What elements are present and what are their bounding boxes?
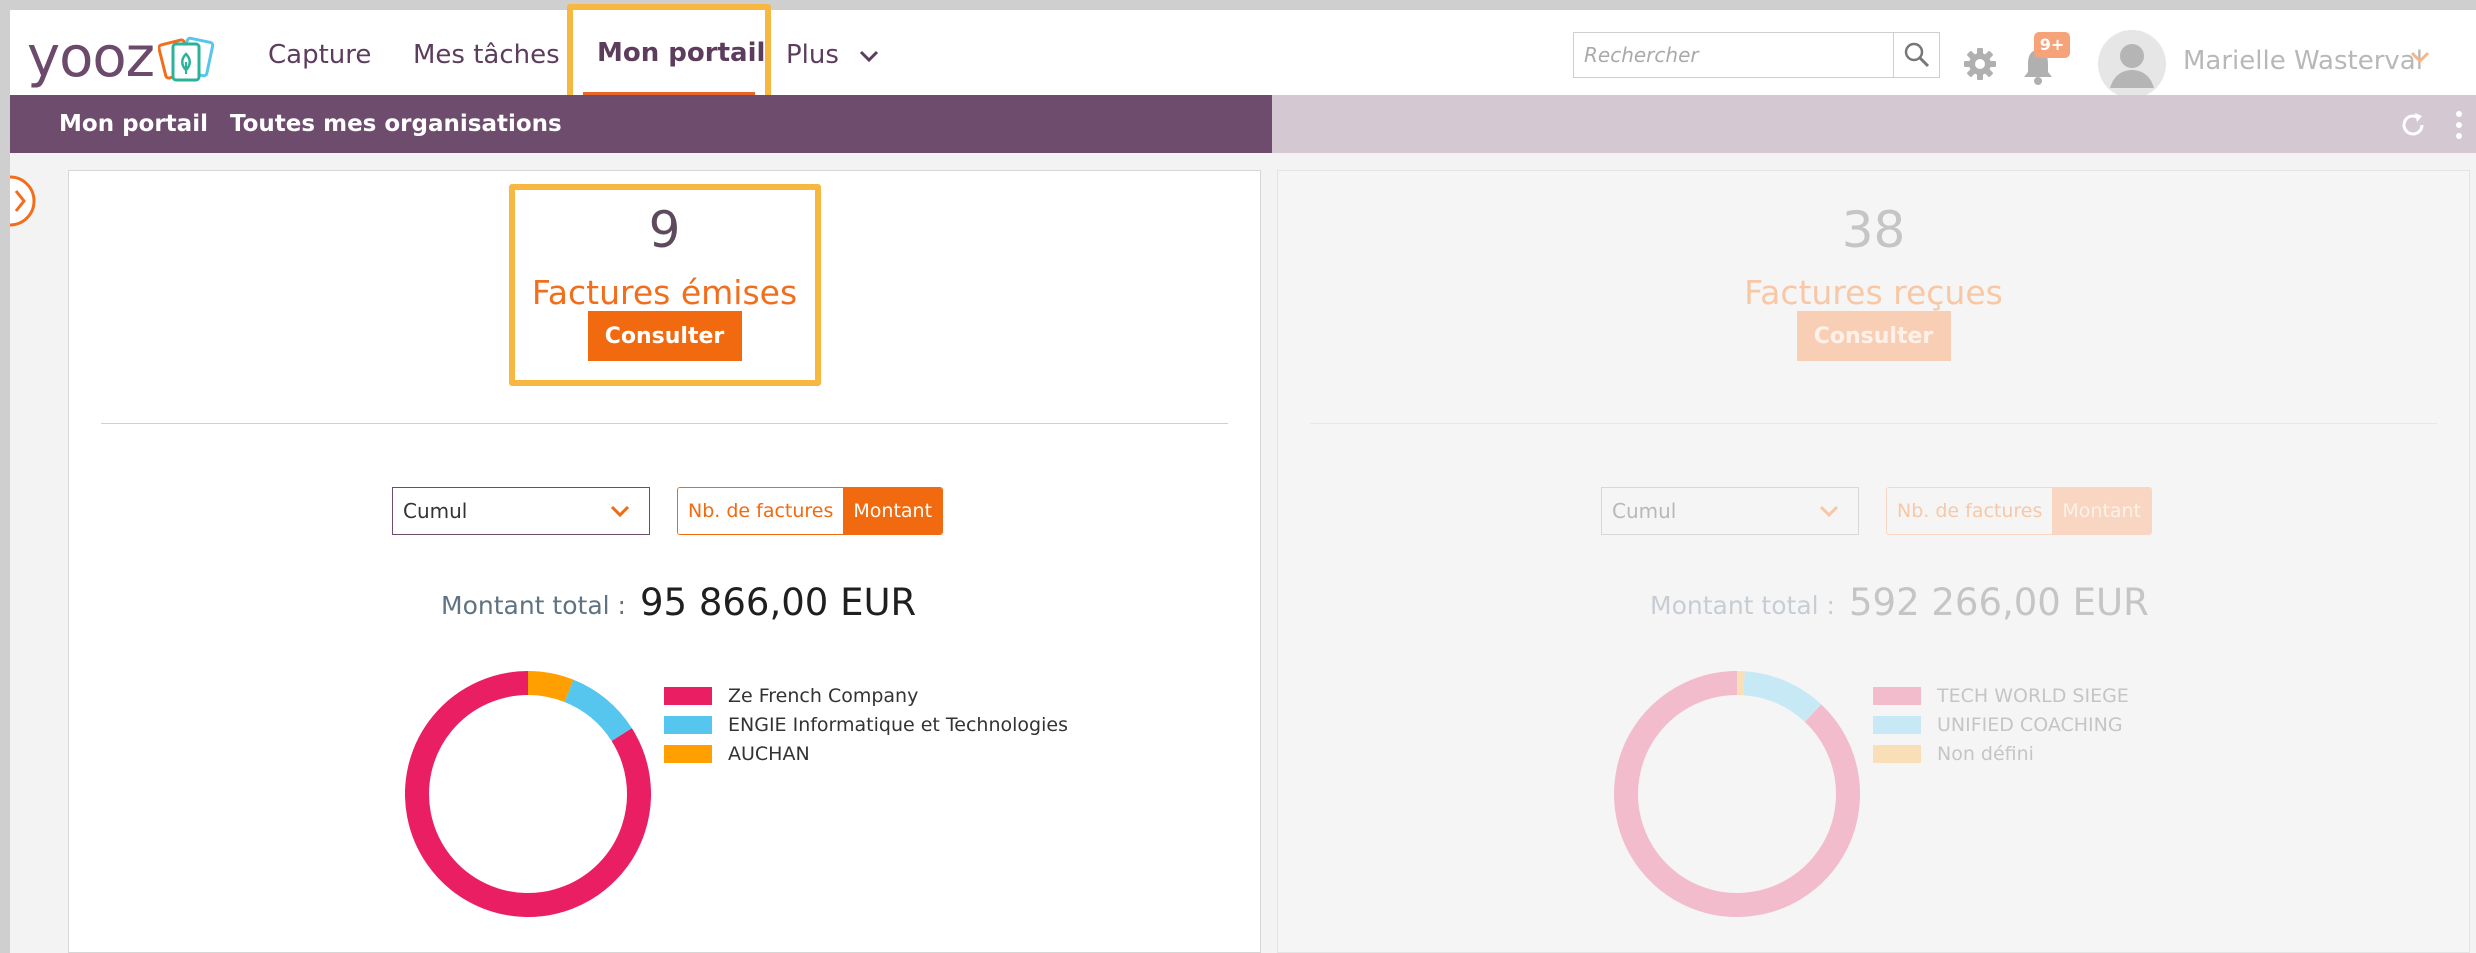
card-title: Factures reçues [1744,273,2003,312]
search-icon [1904,42,1929,68]
logo-cards-icon [158,36,215,82]
search-input[interactable] [1574,33,1892,77]
legend-label: TECH WORLD SIEGE [1937,684,2129,707]
legend-item[interactable]: ENGIE Informatique et Technologies [664,710,1068,739]
invoice-count: 38 [1841,201,1906,259]
period-select-value: Cumul [1612,499,1677,523]
total-label: Montant total : [441,591,626,620]
expand-sidebar-icon[interactable] [6,175,40,227]
period-select[interactable]: Cumul [392,487,650,535]
subnav-toutes-organisations[interactable]: Toutes mes organisations [230,111,562,137]
legend-swatch [1873,744,1921,763]
legend-swatch [1873,686,1921,705]
toggle-montant[interactable]: Montant [2052,488,2152,534]
donut-segment-engie-informatique-et-technologies[interactable] [564,679,632,742]
nav-capture[interactable]: Capture [268,40,371,70]
period-select[interactable]: Cumul [1601,487,1859,535]
legend-swatch [1873,715,1921,734]
legend-swatch [664,744,712,763]
legend-label: UNIFIED COACHING [1937,713,2123,736]
user-name[interactable]: Marielle Wasterval [2183,46,2423,76]
chevron-down-icon[interactable] [2410,50,2430,64]
legend-label: AUCHAN [728,742,810,765]
user-icon [2098,30,2166,98]
chart-legend: TECH WORLD SIEGE UNIFIED COACHING Non dé… [1873,681,2129,768]
app-window: yooz Capture Mes tâches Mon portail Plus [9,4,2476,953]
legend-label: Non défini [1937,742,2034,765]
legend-swatch [664,686,712,705]
more-vertical-icon[interactable] [2454,110,2464,140]
toggle-montant[interactable]: Montant [843,488,943,534]
divider [101,423,1228,424]
nav-mes-taches[interactable]: Mes tâches [413,40,560,70]
donut-segment-unified-coaching[interactable] [1742,671,1822,723]
total-label: Montant total : [1650,591,1835,620]
notification-badge: 9+ [2034,32,2070,58]
avatar[interactable] [2098,30,2166,98]
chart-legend: Ze French Company ENGIE Informatique et … [664,681,1068,768]
total-value: 95 866,00 EUR [640,581,917,624]
legend-item[interactable]: Non défini [1873,739,2129,768]
nav-plus-label: Plus [786,40,839,70]
search-box [1573,32,1940,78]
legend-item[interactable]: AUCHAN [664,739,1068,768]
top-header: yooz Capture Mes tâches Mon portail Plus [10,4,2476,102]
metric-toggle: Nb. de factures Montant [677,487,944,535]
period-select-value: Cumul [403,499,468,523]
consulter-button[interactable]: Consulter [1796,311,1951,361]
legend-label: ENGIE Informatique et Technologies [728,713,1068,736]
metric-toggle: Nb. de factures Montant [1886,487,2153,535]
donut-chart [405,671,651,917]
card-factures-recues: 38 Factures reçues Consulter Cumul Nb. d… [1277,170,2470,953]
legend-label: Ze French Company [728,684,919,707]
gear-icon[interactable] [1962,46,1998,82]
left-sidebar-collapsed [10,153,68,953]
legend-swatch [664,715,712,734]
logo-text: yooz [27,25,155,90]
legend-item[interactable]: UNIFIED COACHING [1873,710,2129,739]
legend-item[interactable]: Ze French Company [664,681,1068,710]
donut-segment-tech-world-siege[interactable] [1614,671,1860,917]
divider [1310,423,2437,424]
highlight-box-nav [567,4,771,102]
yooz-logo[interactable]: yooz [27,28,216,88]
total-value: 592 266,00 EUR [1849,581,2149,624]
legend-item[interactable]: TECH WORLD SIEGE [1873,681,2129,710]
search-button[interactable] [1893,33,1939,77]
highlight-box-card [509,184,821,386]
donut-segment-auchan[interactable] [527,671,574,703]
toggle-nb-factures[interactable]: Nb. de factures [678,488,844,534]
chevron-down-icon [1819,505,1839,518]
nav-plus[interactable]: Plus [786,40,879,70]
subnav-bar-faded [1272,95,2476,153]
chevron-down-icon [860,50,879,63]
donut-chart [1614,671,1860,917]
refresh-icon[interactable] [2398,110,2428,140]
subnav-mon-portail[interactable]: Mon portail [59,111,208,137]
chevron-down-icon [610,505,630,518]
toggle-nb-factures[interactable]: Nb. de factures [1887,488,2053,534]
